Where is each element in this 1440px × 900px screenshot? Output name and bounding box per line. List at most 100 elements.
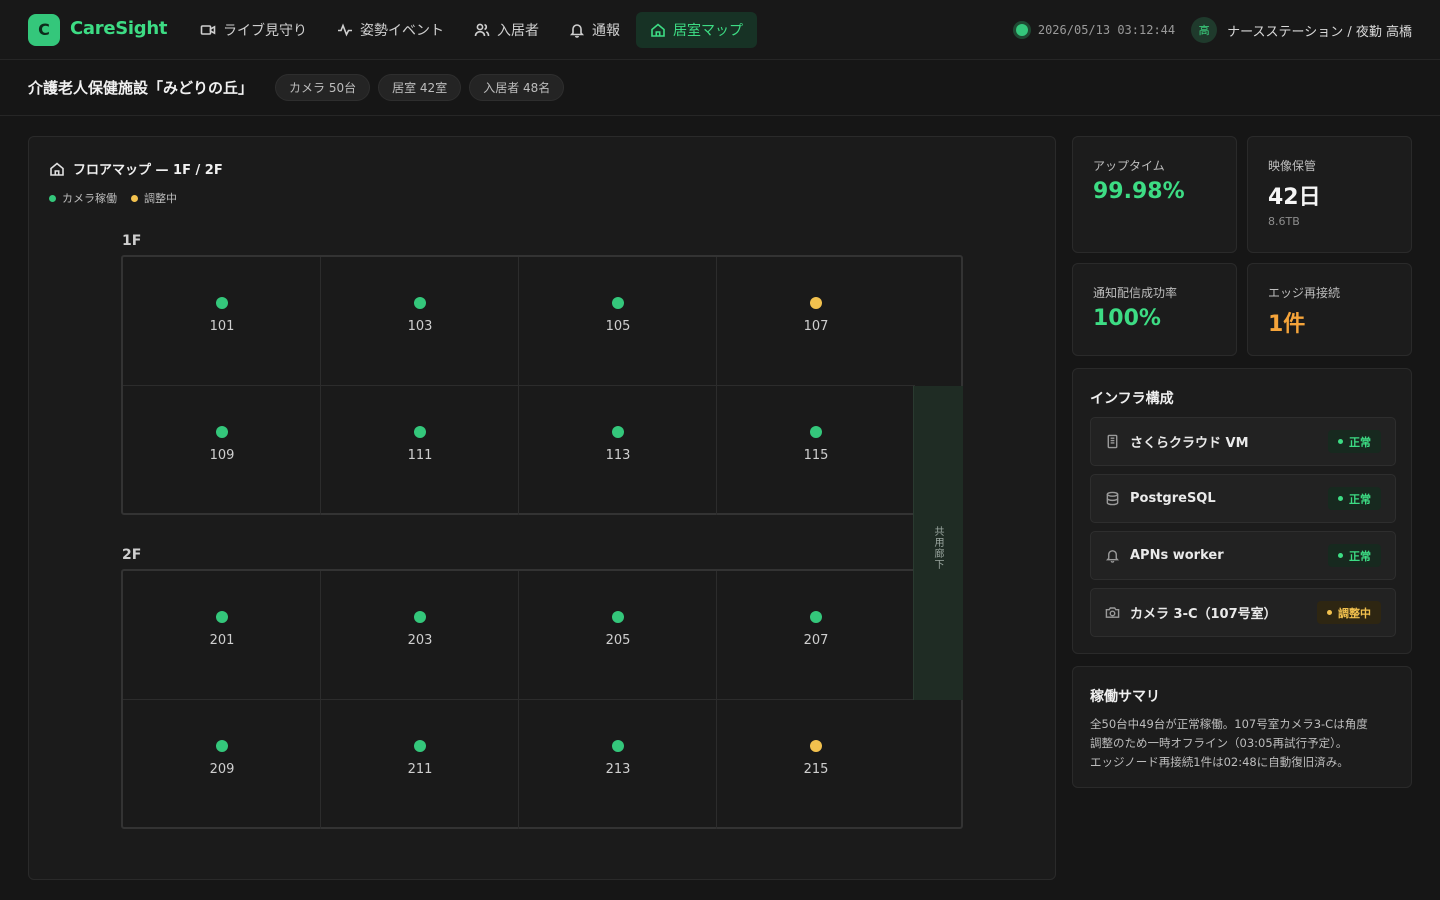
retention-value: 42日 — [1268, 185, 1321, 210]
status-label: 正常 — [1349, 549, 1371, 563]
nav-room-map[interactable]: 居室マップ — [636, 12, 757, 48]
summary-title: 稼働サマリ — [1090, 689, 1160, 705]
main-nav: ライブ見守り 姿勢イベント 入居者 通報 居室マップ — [186, 12, 757, 48]
avatar[interactable]: 高 — [1191, 17, 1218, 43]
room-number: 105 — [605, 319, 631, 334]
corridor-label: 共用廊下 — [932, 526, 943, 570]
camera-count-chip: カメラ 50台 — [275, 74, 371, 101]
stat-label: エッジ再接続 — [1268, 286, 1341, 300]
infra-row-apns-worker[interactable]: APNs worker 正常 — [1090, 531, 1396, 580]
legend-label: 調整中 — [144, 192, 177, 205]
edge-reconnect-value: 1件 — [1268, 312, 1306, 337]
legend-item-adjusting: 調整中 — [131, 190, 177, 206]
operation-summary-panel: 稼働サマリ 全50台中49台が正常稼働。107号室カメラ3-Cは角度 調整のため… — [1072, 666, 1412, 788]
stat-card-edge-reconnect: エッジ再接続 1件 — [1247, 263, 1412, 356]
logo-mark: C — [28, 14, 60, 46]
facility-bar: 介護老人保健施設「みどりの丘」 カメラ 50台 居室 42室 入居者 48名 — [0, 60, 1440, 116]
camera-status-dot — [810, 740, 822, 752]
status-badge: 正常 — [1328, 544, 1381, 567]
room-105[interactable]: 105 — [519, 257, 717, 386]
room-number: 203 — [407, 633, 433, 648]
status-dot — [1338, 439, 1343, 444]
room-209[interactable]: 209 — [123, 700, 321, 829]
status-label: 調整中 — [1338, 606, 1371, 620]
facility-name: 介護老人保健施設「みどりの丘」 — [28, 79, 254, 97]
status-label: 正常 — [1349, 435, 1371, 449]
nav-posture-events[interactable]: 姿勢イベント — [323, 12, 458, 48]
infra-name: カメラ 3-C（107号室） — [1130, 607, 1277, 622]
stat-label: 映像保管 — [1268, 159, 1317, 173]
room-203[interactable]: 203 — [321, 571, 519, 700]
infra-row-vm[interactable]: さくらクラウド VM 正常 — [1090, 417, 1396, 466]
infrastructure-title: インフラ構成 — [1090, 391, 1174, 407]
infra-row-camera-3c[interactable]: カメラ 3-C（107号室） 調整中 — [1090, 588, 1396, 637]
floor-map-title-text: フロアマップ — 1F / 2F — [73, 163, 223, 178]
uptime-value: 99.98% — [1093, 179, 1185, 204]
infra-name: さくらクラウド VM — [1130, 436, 1249, 451]
room-107[interactable]: 107 — [717, 257, 915, 386]
stat-card-uptime: アップタイム 99.98% — [1072, 136, 1237, 253]
top-bar: C CareSight ライブ見守り 姿勢イベント 入居者 通報 居室マップ 2… — [0, 0, 1440, 60]
camera-status-dot — [612, 611, 624, 623]
camera-status-dot — [612, 297, 624, 309]
nav-label: 居室マップ — [673, 23, 743, 39]
nav-label: 入居者 — [497, 23, 539, 39]
status-label: 正常 — [1349, 492, 1371, 506]
stat-card-delivery-rate: 通知配信成功率 100% — [1072, 263, 1237, 356]
nav-alerts[interactable]: 通報 — [555, 12, 634, 48]
room-number: 209 — [209, 762, 235, 777]
floor-label-1f: 1F — [122, 233, 142, 249]
summary-line: 調整のため一時オフライン（03:05再試行予定）。 — [1090, 736, 1348, 750]
room-101[interactable]: 101 — [123, 257, 321, 386]
room-number: 215 — [803, 762, 829, 777]
room-211[interactable]: 211 — [321, 700, 519, 829]
camera-status-dot — [216, 297, 228, 309]
summary-line: エッジノード再接続1件は02:48に自動復旧済み。 — [1090, 755, 1349, 769]
nav-label: ライブ見守り — [223, 23, 307, 39]
infra-row-postgresql[interactable]: PostgreSQL 正常 — [1090, 474, 1396, 523]
room-109[interactable]: 109 — [123, 386, 321, 515]
status-dot — [1327, 610, 1332, 615]
bell-icon — [1105, 550, 1120, 563]
status-dot — [1338, 496, 1343, 501]
nav-residents[interactable]: 入居者 — [460, 12, 553, 48]
room-201[interactable]: 201 — [123, 571, 321, 700]
status-area: 2026/05/13 03:12:44 高 ナースステーション / 夜勤 高橋 — [1015, 17, 1412, 43]
users-icon — [474, 23, 490, 37]
room-number: 207 — [803, 633, 829, 648]
room-215[interactable]: 215 — [717, 700, 915, 829]
camera-status-dot — [216, 611, 228, 623]
room-number: 103 — [407, 319, 433, 334]
server-icon — [1107, 434, 1118, 449]
camera-status-dot — [612, 426, 624, 438]
video-camera-icon — [200, 25, 216, 35]
retention-size: 8.6TB — [1268, 215, 1300, 228]
camera-status-dot — [810, 297, 822, 309]
room-205[interactable]: 205 — [519, 571, 717, 700]
camera-status-dot — [414, 426, 426, 438]
status-dot — [1338, 553, 1343, 558]
user-name[interactable]: ナースステーション / 夜勤 高橋 — [1227, 21, 1412, 40]
nav-live-monitoring[interactable]: ライブ見守り — [186, 12, 321, 48]
room-103[interactable]: 103 — [321, 257, 519, 386]
room-number: 109 — [209, 448, 235, 463]
room-207[interactable]: 207 — [717, 571, 915, 700]
camera-status-dot — [810, 426, 822, 438]
status-badge: 調整中 — [1317, 601, 1381, 624]
room-number: 201 — [209, 633, 235, 648]
floor-2f: 201 203 205 207 209 211 213 215 — [121, 569, 963, 829]
summary-text: 全50台中49台が正常稼働。107号室カメラ3-Cは角度 調整のため一時オフライ… — [1090, 715, 1400, 772]
app-name[interactable]: CareSight — [70, 18, 167, 39]
room-111[interactable]: 111 — [321, 386, 519, 515]
room-213[interactable]: 213 — [519, 700, 717, 829]
nav-label: 姿勢イベント — [360, 23, 444, 39]
floor-1f: 101 103 105 107 109 111 113 115 — [121, 255, 963, 515]
camera-status-dot — [216, 426, 228, 438]
resident-count-chip: 入居者 48名 — [469, 74, 565, 101]
floor-map-title: フロアマップ — 1F / 2F — [49, 159, 223, 178]
shared-corridor: 共用廊下 — [913, 386, 963, 700]
connection-status-indicator — [1015, 24, 1028, 36]
room-115[interactable]: 115 — [717, 386, 915, 515]
infrastructure-panel: インフラ構成 さくらクラウド VM 正常 PostgreSQL 正常 APNs … — [1072, 368, 1412, 654]
room-113[interactable]: 113 — [519, 386, 717, 515]
